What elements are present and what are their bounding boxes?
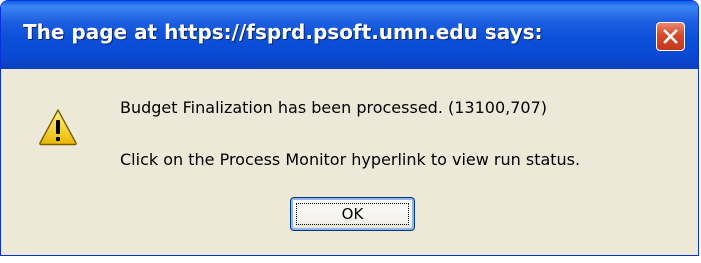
message-primary: Budget Finalization has been processed. … [120, 98, 547, 117]
message-secondary: Click on the Process Monitor hyperlink t… [120, 150, 581, 169]
warning-icon [39, 109, 77, 146]
alert-dialog: The page at https://fsprd.psoft.umn.edu … [0, 0, 699, 256]
title-bar[interactable]: The page at https://fsprd.psoft.umn.edu … [1, 1, 698, 69]
ok-button[interactable]: OK [290, 197, 415, 231]
dialog-body: Budget Finalization has been processed. … [1, 69, 698, 255]
focus-ring [296, 203, 409, 225]
close-button[interactable] [656, 22, 685, 51]
close-x-icon [663, 29, 678, 44]
dialog-title: The page at https://fsprd.psoft.umn.edu … [23, 20, 543, 44]
